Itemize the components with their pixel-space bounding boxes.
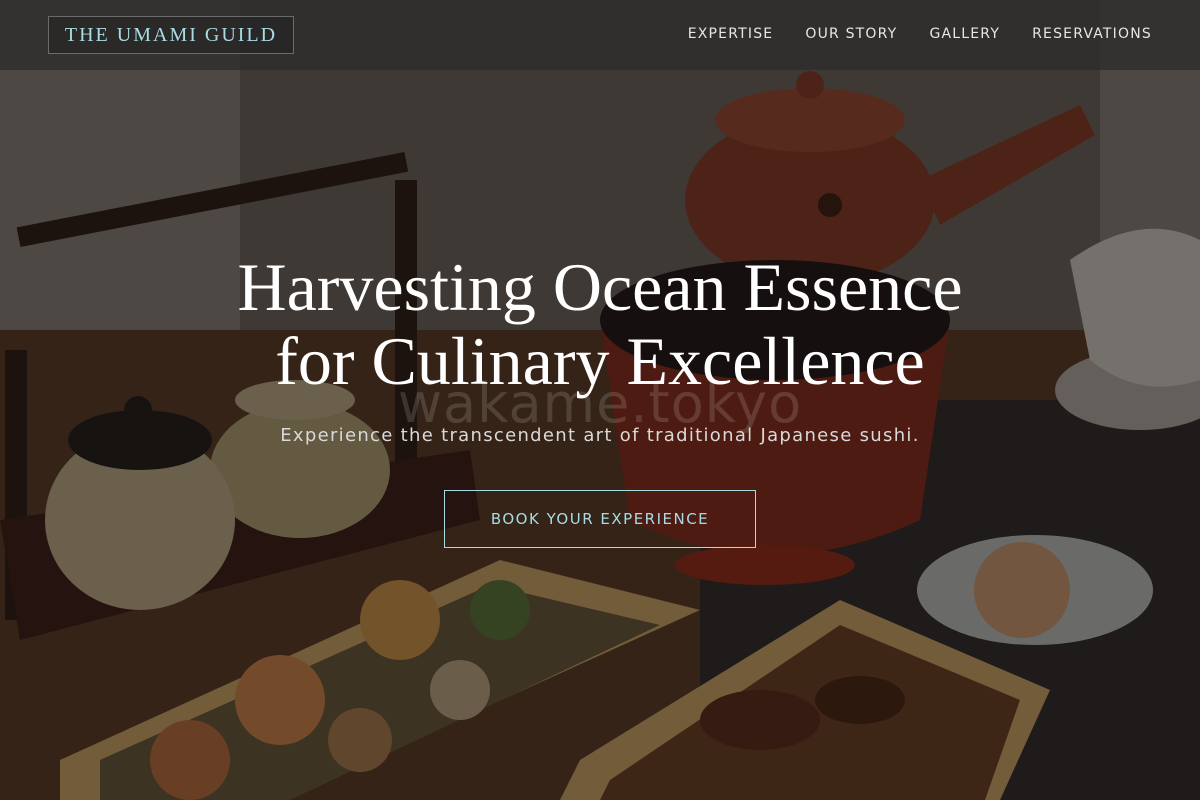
nav-link-gallery[interactable]: GALLERY [929,24,1000,44]
hero-title: Harvesting Ocean Essence for Culinary Ex… [0,250,1200,398]
hero-section: wakame.tokyo THE UMAMI GUILD EXPERTISE O… [0,0,1200,800]
nav-link-our-story[interactable]: OUR STORY [805,24,897,44]
nav-link-expertise[interactable]: EXPERTISE [688,24,774,44]
hero-content: Harvesting Ocean Essence for Culinary Ex… [0,250,1200,548]
hero-title-line-1: Harvesting Ocean Essence [237,249,963,325]
main-navigation: EXPERTISE OUR STORY GALLERY RESERVATIONS [688,24,1152,44]
top-navbar: THE UMAMI GUILD EXPERTISE OUR STORY GALL… [0,0,1200,70]
nav-link-reservations[interactable]: RESERVATIONS [1032,24,1152,44]
hero-subtitle: Experience the transcendent art of tradi… [280,425,920,446]
brand-logo[interactable]: THE UMAMI GUILD [48,16,294,54]
hero-title-line-2: for Culinary Excellence [275,323,925,399]
book-experience-button[interactable]: BOOK YOUR EXPERIENCE [444,490,756,548]
